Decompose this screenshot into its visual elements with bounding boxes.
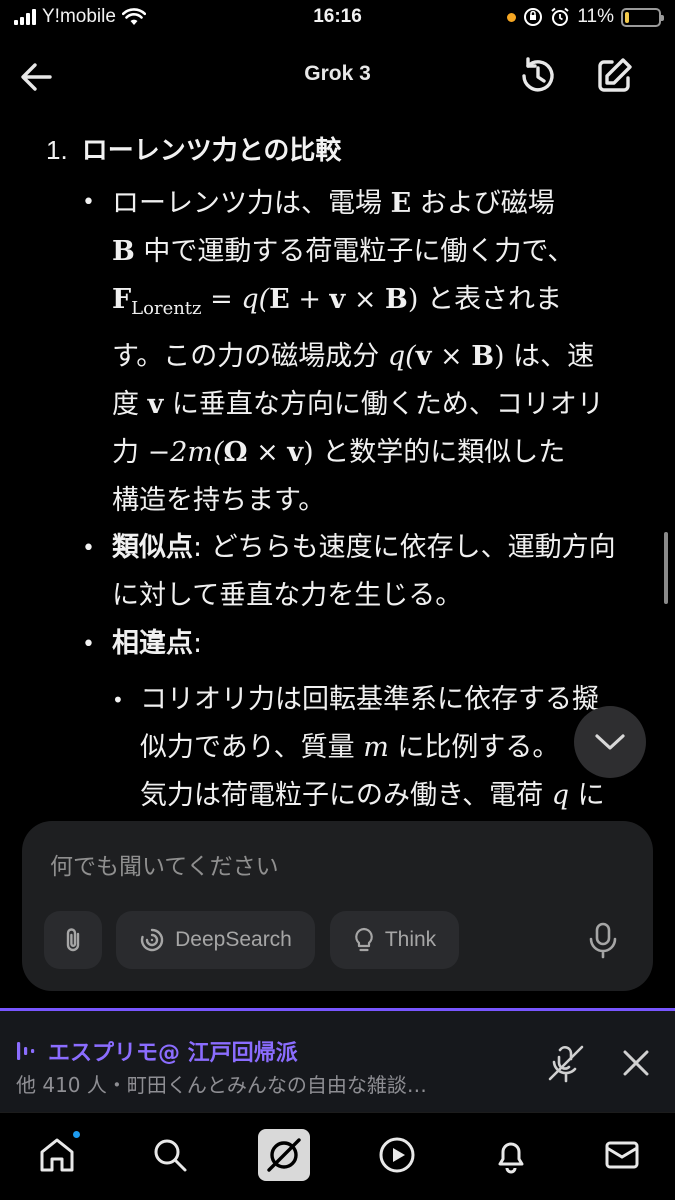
battery-icon <box>621 7 664 27</box>
lightbulb-icon <box>355 927 373 952</box>
think-label: Think <box>384 928 437 951</box>
bullet-lorentz-text: ローレンツ力は、電場 E および磁場 B 中で運動する荷電粒子に働く力で、 FL… <box>112 180 642 525</box>
search-icon <box>154 1139 187 1172</box>
mic-in-use-indicator <box>507 12 517 22</box>
bullet-marker: • <box>82 536 95 561</box>
close-icon[interactable] <box>616 1043 656 1083</box>
new-chat-edit-icon[interactable] <box>592 54 636 98</box>
line-7: 構造を持ちます。 <box>112 485 326 516</box>
mail-icon <box>605 1141 639 1169</box>
alarm-icon <box>551 7 570 26</box>
grok-icon <box>267 1138 301 1172</box>
line-5: 度 v に垂直な方向に働くため、コリオリ <box>112 389 604 420</box>
battery-percent: 11% <box>577 6 614 27</box>
bullet-marker: • <box>82 190 95 215</box>
play-icon <box>379 1137 415 1173</box>
spaces-title: エスプリモ@ 江戸回帰派 <box>16 1035 298 1067</box>
mic-muted-icon[interactable] <box>544 1041 588 1085</box>
tab-grok[interactable] <box>258 1129 310 1181</box>
line-3: FLorentz = q(E + v × B) と表されま <box>112 284 562 319</box>
status-bar: Y!mobile 16:16 11% <box>0 0 675 38</box>
tab-notifications[interactable] <box>489 1133 533 1177</box>
section-heading: 1. ローレンツ力との比較 <box>46 130 341 167</box>
scroll-to-bottom-button[interactable] <box>574 706 646 778</box>
tab-home[interactable] <box>35 1129 82 1177</box>
line-4: す。この力の磁場成分 q(v × B) は、速 <box>112 341 595 372</box>
difference-label: 相違点 <box>112 628 193 659</box>
section-number: 1. <box>46 135 68 165</box>
history-icon[interactable] <box>516 54 560 98</box>
bullet-marker: • <box>82 632 95 657</box>
orientation-lock-icon <box>524 8 543 26</box>
similarity-label: 類似点 <box>112 532 193 563</box>
bullet-similarity-text: 類似点: どちらも速度に依存し、運動方向 に対して垂直な力を生じる。 <box>112 532 616 611</box>
live-audio-icon <box>17 1042 35 1060</box>
app-header: Grok 3 <box>0 38 675 114</box>
bottom-tab-bar <box>0 1112 675 1200</box>
line-6: 力 −2m(Ω × v) と数学的に類似した <box>112 437 566 468</box>
battery-level <box>625 11 629 23</box>
attach-button[interactable] <box>44 911 102 969</box>
tab-video[interactable] <box>375 1133 419 1177</box>
chat-response: 1. ローレンツ力との比較 • ローレンツ力は、電場 E および磁場 B 中で運動… <box>0 114 675 814</box>
bell-icon <box>498 1142 524 1174</box>
line-1: ローレンツ力は、電場 E および磁場 <box>112 188 555 219</box>
spaces-live-bar[interactable]: エスプリモ@ 江戸回帰派 他 410 人・町田くんとみんなの自由な雑談… <box>0 1008 675 1112</box>
deepsearch-icon <box>140 928 164 952</box>
chevron-down-icon <box>595 734 625 750</box>
notification-dot <box>71 1129 82 1140</box>
sub-bullet-coriolis-text: コリオリ力は回転基準系に依存する擬 似力であり、質量 m に比例する。 気力は荷… <box>140 684 605 811</box>
tab-search[interactable] <box>148 1133 192 1177</box>
space-listeners: 他 410 人・町田くんとみんなの自由な雑談… <box>16 1073 427 1097</box>
sub-bullet-marker: • <box>112 688 124 712</box>
line-2: B 中で運動する荷電粒子に働く力で、 <box>112 236 575 267</box>
bullet-difference-text: 相違点: <box>112 628 203 659</box>
message-composer: 何でも聞いてください DeepSearch Think <box>22 821 653 991</box>
deepsearch-label: DeepSearch <box>175 928 292 951</box>
tab-messages[interactable] <box>600 1133 644 1177</box>
status-right: 11% <box>507 6 664 28</box>
section-title: ローレンツ力との比較 <box>81 136 342 166</box>
paperclip-icon <box>66 928 80 952</box>
space-name: エスプリモ@ 江戸回帰派 <box>48 1041 298 1066</box>
home-icon <box>40 1138 74 1172</box>
scroll-indicator[interactable] <box>664 532 668 604</box>
think-button[interactable]: Think <box>330 911 459 969</box>
page-title: Grok 3 <box>304 62 371 85</box>
prompt-input[interactable]: 何でも聞いてください <box>50 847 279 881</box>
deepsearch-button[interactable]: DeepSearch <box>116 911 315 969</box>
microphone-icon[interactable] <box>582 919 624 961</box>
